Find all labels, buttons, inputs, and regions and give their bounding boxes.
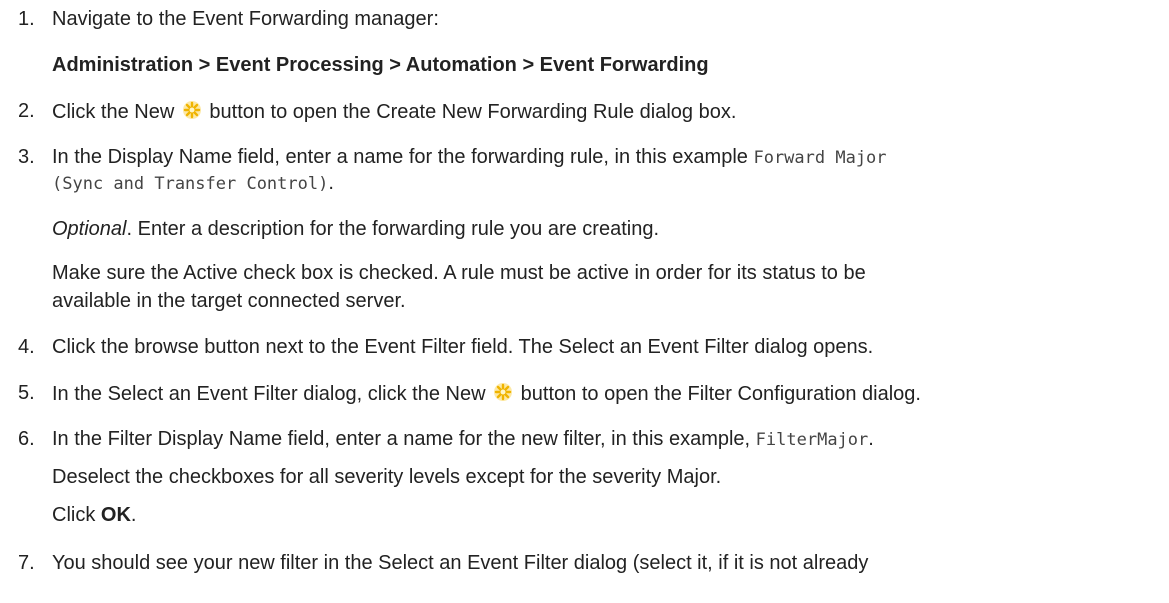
- optional-label: Optional: [52, 218, 127, 240]
- step-text-part: Click: [52, 504, 96, 526]
- code-text: (Sync and Transfer Control): [52, 174, 329, 194]
- step-text: In the Filter Display Name field, enter …: [52, 428, 874, 451]
- step-text: (Sync and Transfer Control).: [52, 172, 334, 195]
- menu-path: Administration > Event Processing > Auto…: [52, 54, 709, 76]
- new-star-icon: [494, 383, 513, 401]
- step-text-part: . Enter a description for the forwarding…: [126, 218, 660, 240]
- step-text: You should see your new filter in the Se…: [52, 552, 869, 574]
- step-text: Click the New button to open the Create …: [52, 100, 736, 124]
- step-text-part: In the Display Name field, enter a name …: [52, 146, 748, 168]
- step-text: Deselect the checkboxes for all severity…: [52, 466, 722, 488]
- step-text: In the Select an Event Filter dialog, cl…: [52, 382, 921, 406]
- step-text: In the Display Name field, enter a name …: [52, 146, 887, 169]
- new-star-icon: [182, 101, 201, 119]
- step-number: 7.: [18, 552, 35, 574]
- code-text: Forward Major: [753, 148, 887, 168]
- step-text: available in the target connected server…: [52, 290, 406, 312]
- step-text-part: .: [328, 172, 334, 194]
- step-text-part: button to open the Create New Forwarding…: [209, 101, 737, 123]
- code-text: FilterMajor: [755, 430, 869, 450]
- step-text-part: In the Filter Display Name field, enter …: [52, 428, 751, 450]
- step-text-part: .: [868, 428, 874, 450]
- ok-button-reference: OK: [100, 504, 131, 526]
- step-text: Click the browse button next to the Even…: [52, 336, 874, 358]
- step-text-part: Click the New: [52, 101, 175, 123]
- step-text-part: In the Select an Event Filter dialog, cl…: [52, 383, 486, 405]
- optional-note: Optional. Enter a description for the fo…: [52, 218, 659, 241]
- step-number: 6.: [18, 428, 35, 450]
- instruction-document: 1. Navigate to the Event Forwarding mana…: [0, 0, 1169, 603]
- step-number: 2.: [18, 100, 35, 122]
- step-number: 4.: [18, 336, 35, 358]
- step-number: 3.: [18, 146, 35, 168]
- step-text: Click OK.: [52, 504, 136, 527]
- step-number: 1.: [18, 8, 35, 30]
- step-text: Make sure the Active check box is checke…: [52, 262, 866, 284]
- step-text-part: .: [130, 504, 137, 526]
- step-text: Navigate to the Event Forwarding manager…: [52, 8, 439, 30]
- step-text-part: button to open the Filter Configuration …: [520, 383, 921, 405]
- step-number: 5.: [18, 382, 35, 404]
